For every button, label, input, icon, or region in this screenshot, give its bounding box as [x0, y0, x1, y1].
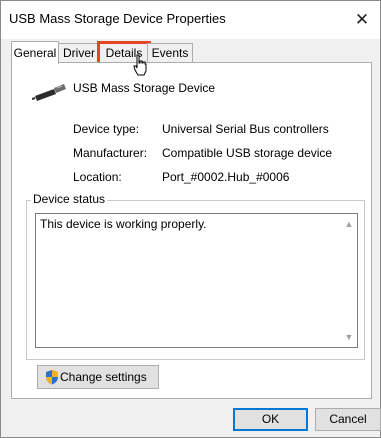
- general-tab-panel: USB Mass Storage Device Device type: Uni…: [11, 62, 372, 399]
- manufacturer-label: Manufacturer:: [73, 146, 148, 160]
- properties-dialog: USB Mass Storage Device Properties ✕ Gen…: [0, 0, 381, 438]
- uac-shield-icon: [46, 370, 58, 385]
- status-scrollbar[interactable]: ▲ ▼: [341, 214, 357, 347]
- manufacturer-value: Compatible USB storage device: [162, 146, 333, 160]
- scroll-down-arrow-icon[interactable]: ▼: [341, 329, 357, 345]
- location-value: Port_#0002.Hub_#0006: [162, 170, 290, 184]
- mouse-pointer-icon: [133, 54, 147, 76]
- device-name: USB Mass Storage Device: [73, 81, 216, 95]
- usb-plug-icon: [32, 84, 66, 101]
- window-title: USB Mass Storage Device Properties: [9, 11, 226, 26]
- device-status-group: Device status This device is working pro…: [26, 192, 365, 360]
- tab-general[interactable]: General: [11, 41, 59, 64]
- device-status-text: This device is working properly.: [40, 217, 207, 231]
- tab-events[interactable]: Events: [147, 43, 193, 63]
- change-settings-button[interactable]: Change settings: [37, 365, 159, 389]
- ok-button[interactable]: OK: [233, 408, 308, 431]
- change-settings-label: Change settings: [60, 370, 147, 384]
- device-type-label: Device type:: [73, 122, 140, 136]
- device-status-legend: Device status: [31, 192, 108, 206]
- location-label: Location:: [73, 170, 122, 184]
- title-bar: USB Mass Storage Device Properties ✕: [1, 1, 380, 39]
- close-button[interactable]: ✕: [344, 1, 380, 39]
- scroll-up-arrow-icon[interactable]: ▲: [341, 216, 357, 232]
- device-type-value: Universal Serial Bus controllers: [162, 122, 329, 136]
- cancel-button[interactable]: Cancel: [315, 408, 381, 431]
- device-status-textbox[interactable]: This device is working properly. ▲ ▼: [35, 213, 358, 348]
- tab-driver[interactable]: Driver: [57, 43, 101, 63]
